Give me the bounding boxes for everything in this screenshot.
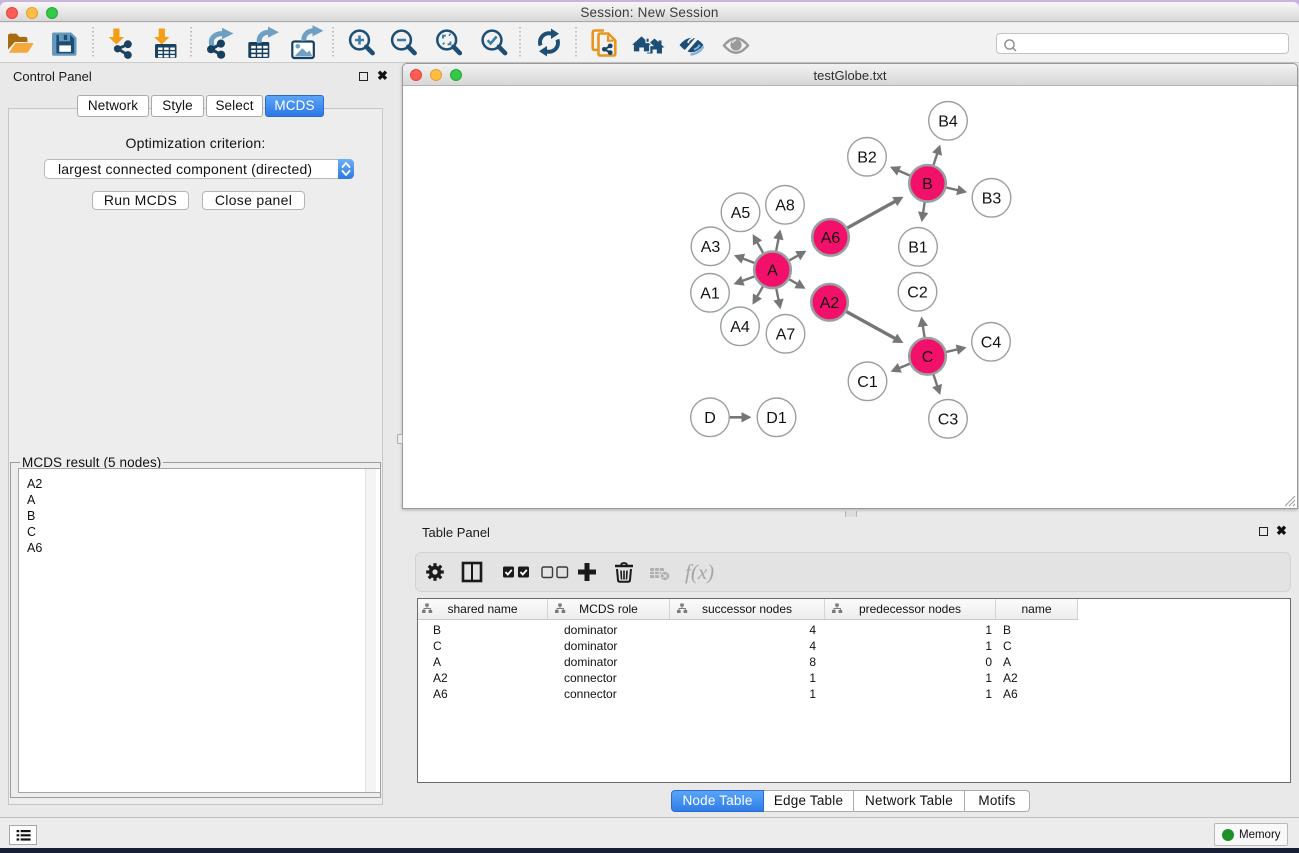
svg-text:C1: C1: [857, 374, 878, 391]
svg-text:B3: B3: [982, 190, 1002, 207]
svg-text:C4: C4: [981, 334, 1002, 351]
svg-text:A2: A2: [820, 295, 840, 312]
svg-text:A6: A6: [821, 230, 841, 247]
svg-text:C3: C3: [938, 411, 959, 428]
svg-text:B2: B2: [857, 149, 877, 166]
svg-text:A4: A4: [730, 319, 750, 336]
svg-text:D1: D1: [766, 410, 787, 427]
svg-text:A5: A5: [731, 205, 751, 222]
svg-text:f(x): f(x): [685, 560, 714, 584]
svg-text:A3: A3: [701, 239, 721, 256]
svg-text:B4: B4: [938, 113, 958, 130]
svg-text:C2: C2: [907, 284, 928, 301]
svg-text:A: A: [767, 262, 778, 279]
svg-text:A1: A1: [700, 285, 720, 302]
svg-text:B: B: [922, 176, 933, 193]
svg-text:A8: A8: [775, 197, 795, 214]
svg-text:A7: A7: [776, 326, 796, 343]
svg-text:B1: B1: [908, 239, 928, 256]
svg-text:C: C: [922, 349, 934, 366]
svg-text:D: D: [704, 410, 716, 427]
